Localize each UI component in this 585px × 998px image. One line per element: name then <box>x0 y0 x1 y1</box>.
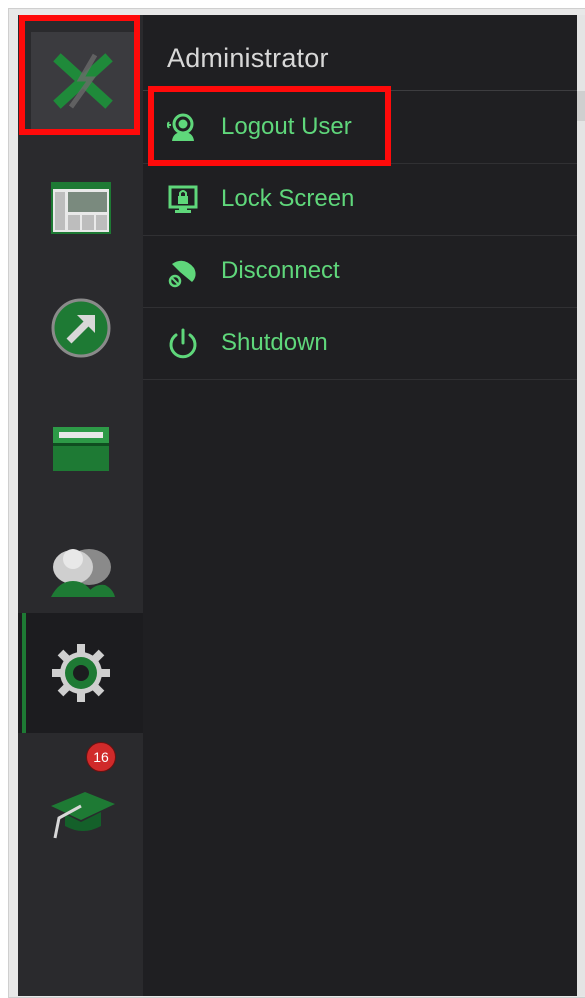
sidebar-item-settings[interactable] <box>18 613 143 733</box>
sidebar-item-users[interactable] <box>18 508 143 628</box>
disconnect-item[interactable]: Disconnect <box>143 235 577 308</box>
menu-label: Logout User <box>221 113 352 140</box>
gear-icon <box>51 644 110 702</box>
shutdown-item[interactable]: Shutdown <box>143 307 577 380</box>
lock-screen-icon <box>165 181 201 217</box>
disconnect-icon <box>165 253 201 289</box>
graduation-cap-icon <box>50 792 115 839</box>
sidebar-item-navigate[interactable] <box>18 268 143 388</box>
menu-label: Lock Screen <box>221 185 355 212</box>
menu-label: Disconnect <box>221 257 340 284</box>
panel-header: Administrator <box>143 15 577 91</box>
sidebar <box>18 15 143 996</box>
power-icon <box>165 325 201 361</box>
logout-user-item[interactable]: Logout User <box>143 91 577 164</box>
users-icon <box>50 549 115 597</box>
app-logo-button[interactable] <box>31 32 135 130</box>
notification-badge: 16 <box>86 742 116 772</box>
menu-label: Shutdown <box>221 329 328 356</box>
sidebar-item-dashboard[interactable] <box>18 148 143 268</box>
arrow-up-right-icon <box>51 298 110 358</box>
user-logout-icon <box>165 109 201 145</box>
content-edge <box>577 15 585 996</box>
panel-title: Administrator <box>167 43 329 73</box>
sidebar-item-files[interactable] <box>18 388 143 508</box>
sidebar-item-training[interactable] <box>18 750 143 870</box>
lock-screen-item[interactable]: Lock Screen <box>143 163 577 236</box>
folder-icon <box>52 427 109 471</box>
app-logo-icon <box>53 53 113 109</box>
dashboard-icon <box>50 182 111 234</box>
admin-panel: Administrator Logout User Lock Screen Di… <box>143 15 577 996</box>
